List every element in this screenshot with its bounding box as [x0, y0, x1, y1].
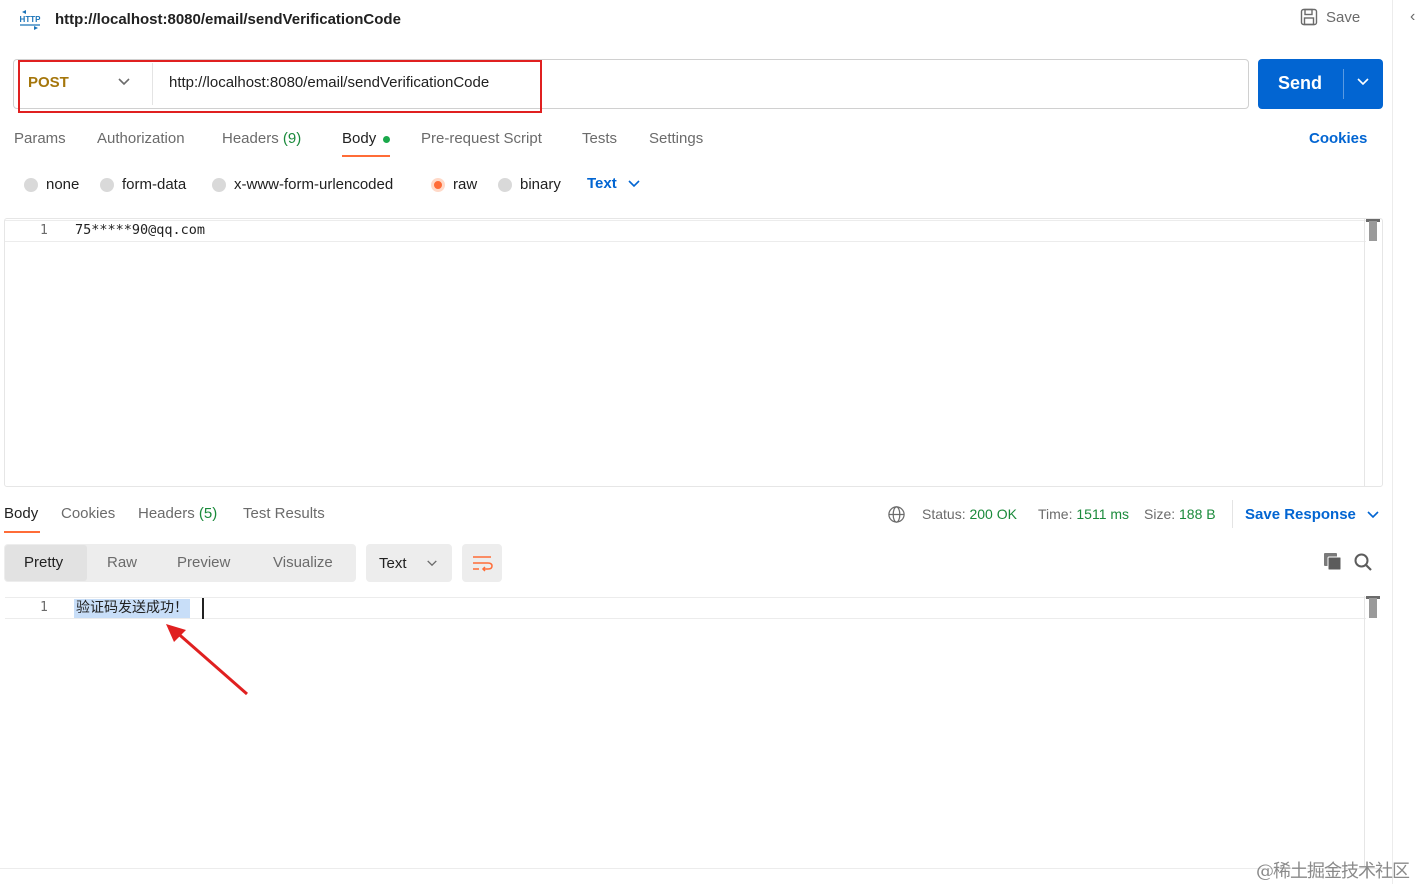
response-body-line[interactable]: 验证码发送成功！: [74, 599, 190, 618]
radio-binary[interactable]: binary: [498, 176, 561, 193]
size-info: Size: 188 B: [1144, 506, 1216, 522]
save-response-label: Save Response: [1245, 506, 1356, 523]
cookies-link[interactable]: Cookies: [1309, 130, 1367, 147]
save-label: Save: [1326, 8, 1361, 26]
tab-settings[interactable]: Settings: [649, 130, 703, 147]
bottom-edge: [0, 868, 1392, 869]
annotation-arrow: [166, 624, 248, 696]
radio-dot: [24, 177, 38, 192]
radio-dot: [100, 177, 114, 192]
status-divider: [1232, 500, 1233, 528]
active-response-tab-indicator: [4, 531, 40, 533]
response-tab-test-results[interactable]: Test Results: [243, 505, 325, 522]
response-tab-headers-count: (5): [198, 505, 218, 522]
tab-prerequest-script[interactable]: Pre-request Script: [421, 130, 542, 147]
response-tab-cookies[interactable]: Cookies: [61, 505, 115, 522]
send-button[interactable]: Send: [1258, 59, 1383, 109]
chevron-down-icon: [628, 179, 640, 187]
time-label: Time:: [1038, 506, 1073, 522]
size-label: Size:: [1144, 506, 1176, 522]
request-title: http://localhost:8080/email/sendVerifica…: [55, 11, 401, 28]
radio-raw[interactable]: raw: [431, 176, 477, 193]
globe-icon[interactable]: [887, 505, 906, 524]
save-button[interactable]: Save: [1300, 8, 1360, 26]
view-pretty[interactable]: Pretty: [24, 554, 63, 571]
watermark: @稀土掘金技术社区: [1256, 861, 1410, 882]
svg-text:HTTP: HTTP: [20, 15, 42, 24]
response-tab-body[interactable]: Body: [4, 505, 38, 522]
radio-form-data[interactable]: form-data: [100, 176, 186, 193]
response-format-select[interactable]: Text: [366, 544, 452, 582]
send-divider: [1343, 69, 1344, 99]
view-raw[interactable]: Raw: [107, 554, 137, 571]
status-info: Status: 200 OK: [922, 506, 1017, 522]
response-scroll-track: [1364, 596, 1365, 866]
radio-dot-selected: [431, 177, 445, 192]
send-label: Send: [1278, 73, 1323, 93]
tab-body[interactable]: Body: [342, 130, 376, 147]
line-number: 1: [40, 223, 48, 238]
body-format-select[interactable]: Text: [587, 175, 641, 192]
tab-tests[interactable]: Tests: [582, 130, 617, 147]
tab-headers-count: (9): [282, 130, 302, 147]
radio-urlencoded-label: x-www-form-urlencoded: [234, 176, 394, 193]
request-body-line[interactable]: 75*****90@qq.com: [75, 222, 205, 238]
http-icon: HTTP: [20, 10, 42, 30]
response-scrollbar[interactable]: [1369, 598, 1377, 618]
radio-none-label: none: [46, 176, 80, 193]
response-tab-headers-label: Headers: [138, 505, 195, 522]
annotation-highlight-box: [18, 60, 542, 113]
tab-headers-label: Headers: [222, 130, 279, 147]
panel-edge: [1392, 0, 1393, 884]
tab-authorization[interactable]: Authorization: [97, 130, 185, 147]
radio-form-data-label: form-data: [122, 176, 187, 193]
response-active-line: [5, 597, 1366, 619]
editor-active-line: [5, 220, 1366, 242]
wrap-lines-icon: [473, 556, 493, 572]
tab-params[interactable]: Params: [14, 130, 66, 147]
status-value: 200 OK: [969, 506, 1017, 522]
radio-urlencoded[interactable]: x-www-form-urlencoded: [212, 176, 393, 193]
radio-dot: [498, 177, 512, 192]
active-tab-indicator: [342, 155, 390, 157]
view-preview[interactable]: Preview: [177, 554, 230, 571]
response-tab-headers[interactable]: Headers (5): [138, 505, 217, 522]
radio-binary-label: binary: [520, 176, 561, 193]
response-format-label: Text: [379, 555, 407, 572]
radio-dot: [212, 177, 226, 192]
radio-none[interactable]: none: [24, 176, 79, 193]
radio-raw-label: raw: [453, 176, 478, 193]
save-icon: [1300, 8, 1318, 26]
request-body-editor[interactable]: [4, 218, 1383, 487]
tab-headers[interactable]: Headers (9): [222, 130, 301, 147]
save-response-button[interactable]: Save Response: [1245, 506, 1380, 523]
chevron-down-icon: [1367, 510, 1379, 518]
body-format-label: Text: [587, 175, 617, 192]
copy-icon[interactable]: [1322, 551, 1344, 573]
chevron-down-icon[interactable]: [1356, 77, 1370, 87]
search-icon[interactable]: [1353, 552, 1373, 572]
time-info: Time: 1511 ms: [1038, 506, 1129, 522]
line-number: 1: [40, 600, 48, 615]
editor-scroll-track: [1364, 219, 1365, 486]
editor-scrollbar[interactable]: [1369, 221, 1377, 241]
view-visualize[interactable]: Visualize: [273, 554, 333, 571]
wrap-lines-button[interactable]: [462, 544, 502, 582]
status-label: Status:: [922, 506, 966, 522]
size-value: 188 B: [1179, 506, 1216, 522]
chevron-down-icon: [427, 560, 437, 567]
collapse-panel-icon[interactable]: ‹: [1410, 8, 1415, 26]
body-modified-dot: [383, 136, 390, 143]
time-value: 1511 ms: [1076, 506, 1130, 522]
text-caret: [202, 598, 204, 619]
